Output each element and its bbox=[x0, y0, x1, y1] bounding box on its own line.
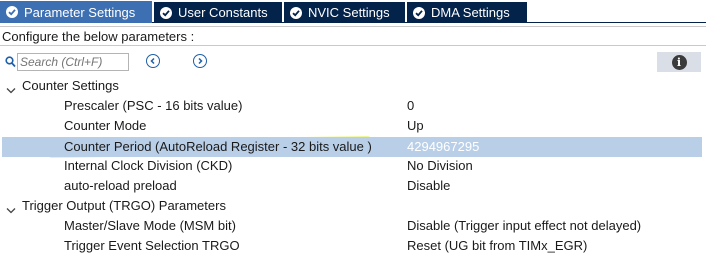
param-row-master-slave-mode[interactable]: Master/Slave Mode (MSM bit) Disable (Tri… bbox=[0, 216, 706, 236]
param-value[interactable]: Up bbox=[407, 116, 424, 136]
param-value[interactable]: 0 bbox=[407, 96, 414, 116]
param-row-clock-division[interactable]: Internal Clock Division (CKD) No Divisio… bbox=[0, 156, 706, 176]
param-value[interactable]: Disable bbox=[407, 176, 450, 196]
param-name: Internal Clock Division (CKD) bbox=[64, 158, 233, 173]
configure-description: Configure the below parameters : bbox=[0, 26, 706, 46]
tab-user-constants[interactable]: User Constants bbox=[154, 2, 282, 23]
param-value[interactable]: Disable (Trigger input effect not delaye… bbox=[407, 216, 641, 236]
search-icon bbox=[5, 56, 16, 71]
param-name: Counter Mode bbox=[64, 118, 147, 133]
arrow-right-circle-icon[interactable] bbox=[193, 54, 207, 68]
param-name: auto-reload preload bbox=[64, 178, 177, 193]
check-circle-icon bbox=[413, 6, 425, 19]
search-input[interactable] bbox=[17, 53, 129, 71]
check-circle-icon bbox=[160, 6, 172, 19]
group-label: Trigger Output (TRGO) Parameters bbox=[22, 198, 226, 213]
arrow-left-circle-icon[interactable] bbox=[146, 54, 160, 68]
param-name: Trigger Event Selection TRGO bbox=[64, 238, 240, 253]
param-name: Prescaler (PSC - 16 bits value) bbox=[64, 98, 243, 113]
param-row-counter-mode[interactable]: Counter Mode Up bbox=[0, 116, 706, 136]
param-row-counter-period[interactable]: Counter Period (AutoReload Register - 32… bbox=[2, 137, 702, 157]
param-name: Master/Slave Mode (MSM bit) bbox=[64, 218, 236, 233]
tab-parameter-settings[interactable]: Parameter Settings bbox=[0, 1, 152, 23]
group-counter-settings[interactable]: Counter Settings bbox=[0, 76, 706, 96]
param-value[interactable]: Reset (UG bit from TIMx_EGR) bbox=[407, 236, 587, 256]
info-button[interactable]: i bbox=[657, 52, 701, 72]
param-value[interactable]: No Division bbox=[407, 156, 473, 176]
param-row-auto-reload-preload[interactable]: auto-reload preload Disable bbox=[0, 176, 706, 196]
tab-label: DMA Settings bbox=[431, 5, 510, 20]
param-value[interactable]: 4294967295 bbox=[407, 137, 479, 157]
group-trigger-output[interactable]: Trigger Output (TRGO) Parameters bbox=[0, 196, 706, 216]
info-icon: i bbox=[671, 54, 687, 70]
param-name: Counter Period (AutoReload Register - 32… bbox=[64, 139, 372, 154]
check-circle-icon bbox=[6, 6, 18, 18]
param-row-trigger-event-selection[interactable]: Trigger Event Selection TRGO Reset (UG b… bbox=[0, 236, 706, 256]
group-label: Counter Settings bbox=[22, 78, 119, 93]
tab-bar: Parameter Settings User Constants NVIC S… bbox=[0, 0, 706, 23]
tab-label: User Constants bbox=[178, 5, 268, 20]
tab-label: Parameter Settings bbox=[24, 4, 136, 20]
param-row-prescaler[interactable]: Prescaler (PSC - 16 bits value) 0 bbox=[0, 96, 706, 116]
tab-dma-settings[interactable]: DMA Settings bbox=[407, 2, 527, 23]
check-circle-icon bbox=[290, 6, 302, 19]
tab-label: NVIC Settings bbox=[308, 5, 390, 20]
tab-nvic-settings[interactable]: NVIC Settings bbox=[284, 2, 405, 23]
